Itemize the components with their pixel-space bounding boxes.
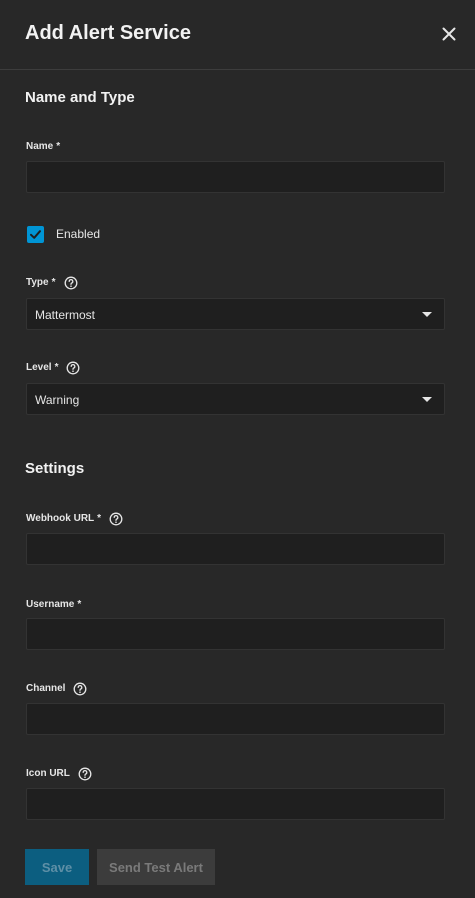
help-circle-icon[interactable]	[73, 682, 87, 696]
username-label-text: Username	[26, 599, 75, 610]
add-alert-service-dialog: Add Alert Service Name and Type Name * En…	[0, 0, 475, 898]
help-circle-icon[interactable]	[64, 276, 78, 290]
level-select[interactable]: Warning	[26, 383, 445, 415]
webhook-url-label: Webhook URL *	[26, 512, 123, 526]
dropdown-arrow-icon	[422, 312, 432, 317]
channel-input[interactable]	[26, 703, 445, 735]
section-heading-name-and-type: Name and Type	[25, 89, 135, 106]
required-mark: *	[56, 141, 61, 152]
check-icon	[30, 229, 41, 239]
dialog-title: Add Alert Service	[25, 22, 191, 44]
type-label-text: Type	[26, 277, 49, 288]
save-button[interactable]: Save	[25, 849, 89, 885]
required-mark: *	[54, 362, 59, 373]
username-label: Username *	[26, 598, 81, 612]
send-test-alert-button[interactable]: Send Test Alert	[97, 849, 215, 885]
section-heading-settings: Settings	[25, 460, 85, 477]
name-label-text: Name	[26, 141, 54, 152]
level-select-value: Warning	[35, 393, 80, 407]
dropdown-arrow-icon	[422, 397, 432, 402]
level-label: Level *	[26, 361, 80, 375]
channel-label-text: Channel	[26, 683, 66, 694]
required-mark: *	[51, 277, 56, 288]
type-select[interactable]: Mattermost	[26, 298, 445, 330]
type-label: Type *	[26, 276, 78, 290]
enabled-checkbox-row[interactable]: Enabled	[27, 225, 100, 243]
name-input[interactable]	[26, 161, 445, 193]
level-label-text: Level	[26, 362, 52, 373]
webhook-url-label-text: Webhook URL	[26, 513, 95, 524]
type-select-value: Mattermost	[35, 308, 96, 322]
webhook-url-input[interactable]	[26, 533, 445, 565]
enabled-label: Enabled	[56, 227, 101, 241]
help-circle-icon[interactable]	[109, 512, 123, 526]
name-label: Name *	[26, 140, 60, 154]
required-mark: *	[77, 599, 82, 610]
icon-url-input[interactable]	[26, 788, 445, 820]
enabled-checkbox[interactable]	[27, 225, 44, 243]
dialog-header: Add Alert Service	[0, 0, 475, 70]
channel-label: Channel	[26, 682, 87, 696]
required-mark: *	[97, 513, 102, 524]
icon-url-label: Icon URL	[26, 767, 92, 781]
help-circle-icon[interactable]	[66, 361, 80, 375]
username-input[interactable]	[26, 618, 445, 650]
icon-url-label-text: Icon URL	[26, 768, 70, 779]
help-circle-icon[interactable]	[78, 767, 92, 781]
close-icon[interactable]	[437, 22, 461, 46]
